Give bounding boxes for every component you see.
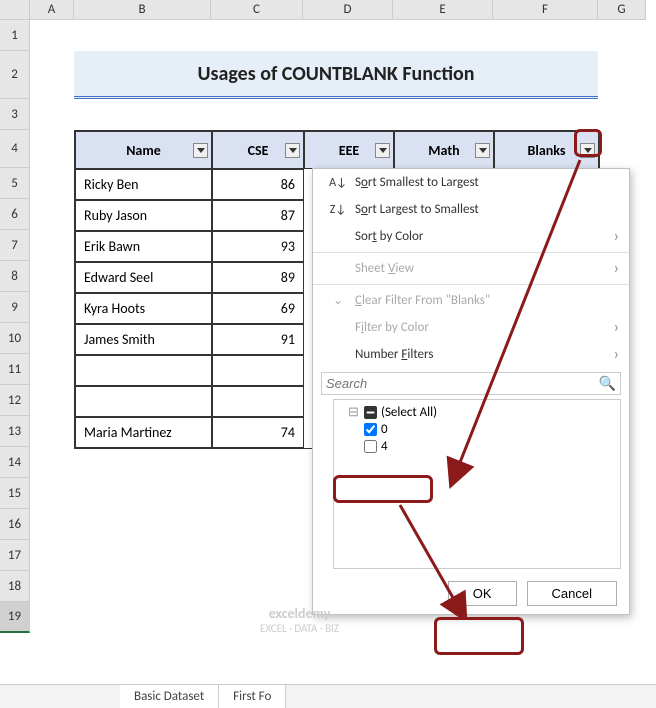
col-header-a[interactable]: A bbox=[30, 0, 74, 20]
header-blanks: Blanks bbox=[494, 131, 599, 169]
filter-color-item: Filter by Color bbox=[313, 314, 629, 341]
cell-cse[interactable] bbox=[212, 355, 304, 386]
row-header[interactable]: 4 bbox=[0, 130, 30, 168]
row-header[interactable]: 10 bbox=[0, 323, 30, 354]
search-input[interactable] bbox=[326, 376, 599, 391]
cell-cse[interactable]: 86 bbox=[212, 169, 304, 200]
cell-name[interactable]: Ricky Ben bbox=[75, 169, 212, 200]
sort-desc-item[interactable]: Z↓ Sort Largest to Smallest bbox=[313, 196, 629, 223]
sort-asc-icon: A↓ bbox=[327, 176, 349, 190]
cell-cse[interactable]: 91 bbox=[212, 324, 304, 355]
cell-name[interactable] bbox=[75, 386, 212, 417]
cell-name[interactable]: Ruby Jason bbox=[75, 200, 212, 231]
filter-checklist: ⊟(Select All) 0 4 bbox=[333, 399, 621, 569]
row-header[interactable]: 5 bbox=[0, 168, 30, 199]
sort-desc-icon: Z↓ bbox=[327, 203, 349, 217]
sheet-tabs: Basic Dataset First Fo bbox=[0, 684, 656, 708]
search-icon: 🔍 bbox=[599, 375, 616, 392]
row-header[interactable]: 2 bbox=[0, 51, 30, 99]
cell-cse[interactable]: 93 bbox=[212, 231, 304, 262]
cell-cse[interactable]: 69 bbox=[212, 293, 304, 324]
cell-name[interactable]: Erik Bawn bbox=[75, 231, 212, 262]
row-header[interactable]: 19 bbox=[0, 602, 30, 633]
row-header[interactable]: 13 bbox=[0, 416, 30, 447]
cancel-button[interactable]: Cancel bbox=[527, 581, 617, 606]
filter-button-cse[interactable] bbox=[285, 143, 300, 158]
row-header[interactable]: 16 bbox=[0, 509, 30, 540]
highlight-ok-button bbox=[434, 617, 524, 655]
header-name: Name bbox=[75, 131, 212, 169]
cell-name[interactable]: Edward Seel bbox=[75, 262, 212, 293]
row-header[interactable]: 11 bbox=[0, 354, 30, 385]
filter-button-eee[interactable] bbox=[375, 143, 390, 158]
cell-name[interactable]: James Smith bbox=[75, 324, 212, 355]
header-eee: EEE bbox=[304, 131, 394, 169]
col-header-g[interactable]: G bbox=[598, 0, 646, 20]
header-math: Math bbox=[394, 131, 494, 169]
sort-color-item[interactable]: Sort by Color bbox=[313, 223, 629, 250]
cell-name[interactable]: Kyra Hoots bbox=[75, 293, 212, 324]
sort-asc-item[interactable]: A↓ Sort Smallest to Largest bbox=[313, 169, 629, 196]
ok-button[interactable]: OK bbox=[448, 581, 517, 606]
tab-first-fo[interactable]: First Fo bbox=[219, 685, 286, 708]
cell-cse[interactable]: 89 bbox=[212, 262, 304, 293]
column-headers: A B C D E F G bbox=[30, 0, 646, 20]
clear-filter-icon: ⌄ bbox=[327, 293, 349, 308]
filter-button-name[interactable] bbox=[193, 143, 208, 158]
cell-name[interactable] bbox=[75, 355, 212, 386]
checkbox-0[interactable] bbox=[364, 423, 377, 436]
col-header-c[interactable]: C bbox=[211, 0, 303, 20]
row-header[interactable]: 18 bbox=[0, 571, 30, 602]
clear-filter-item: ⌄ Clear Filter From "Blanks" bbox=[313, 287, 629, 314]
page-title: Usages of COUNTBLANK Function bbox=[74, 51, 598, 99]
check-0[interactable]: 0 bbox=[348, 421, 616, 438]
filter-button-math[interactable] bbox=[475, 143, 490, 158]
col-header-f[interactable]: F bbox=[493, 0, 598, 20]
filter-dropdown: A↓ Sort Smallest to Largest Z↓ Sort Larg… bbox=[312, 168, 630, 615]
row-headers: 1 2 3 4 5 6 7 8 9 10 11 12 13 14 15 16 1… bbox=[0, 20, 30, 633]
header-cse: CSE bbox=[212, 131, 304, 169]
col-header-d[interactable]: D bbox=[303, 0, 393, 20]
cell-cse[interactable] bbox=[212, 386, 304, 417]
row-header[interactable]: 9 bbox=[0, 292, 30, 323]
search-box: 🔍 bbox=[321, 372, 621, 395]
row-header[interactable]: 6 bbox=[0, 199, 30, 230]
row-header[interactable]: 17 bbox=[0, 540, 30, 571]
col-header-e[interactable]: E bbox=[393, 0, 493, 20]
row-header[interactable]: 14 bbox=[0, 447, 30, 478]
row-header[interactable]: 8 bbox=[0, 261, 30, 292]
row-header[interactable]: 15 bbox=[0, 478, 30, 509]
sheet-view-item: Sheet View bbox=[313, 255, 629, 282]
cell-cse[interactable]: 74 bbox=[212, 417, 304, 448]
row-header[interactable]: 1 bbox=[0, 20, 30, 51]
checkbox-4[interactable] bbox=[364, 440, 377, 453]
filter-button-blanks[interactable] bbox=[580, 143, 595, 158]
number-filters-item[interactable]: Number Filters bbox=[313, 341, 629, 368]
cell-name[interactable]: Maria Martinez bbox=[75, 417, 212, 448]
row-header[interactable]: 7 bbox=[0, 230, 30, 261]
tab-basic-dataset[interactable]: Basic Dataset bbox=[120, 685, 219, 708]
checkbox-select-all[interactable] bbox=[364, 406, 377, 419]
row-header[interactable]: 12 bbox=[0, 385, 30, 416]
select-all-corner[interactable] bbox=[0, 0, 30, 20]
col-header-b[interactable]: B bbox=[74, 0, 211, 20]
check-select-all[interactable]: ⊟(Select All) bbox=[348, 404, 616, 421]
row-header[interactable]: 3 bbox=[0, 99, 30, 130]
spreadsheet: A B C D E F G 1 2 3 4 5 6 7 8 9 10 11 12… bbox=[0, 0, 656, 708]
cell-cse[interactable]: 87 bbox=[212, 200, 304, 231]
check-4[interactable]: 4 bbox=[348, 438, 616, 455]
